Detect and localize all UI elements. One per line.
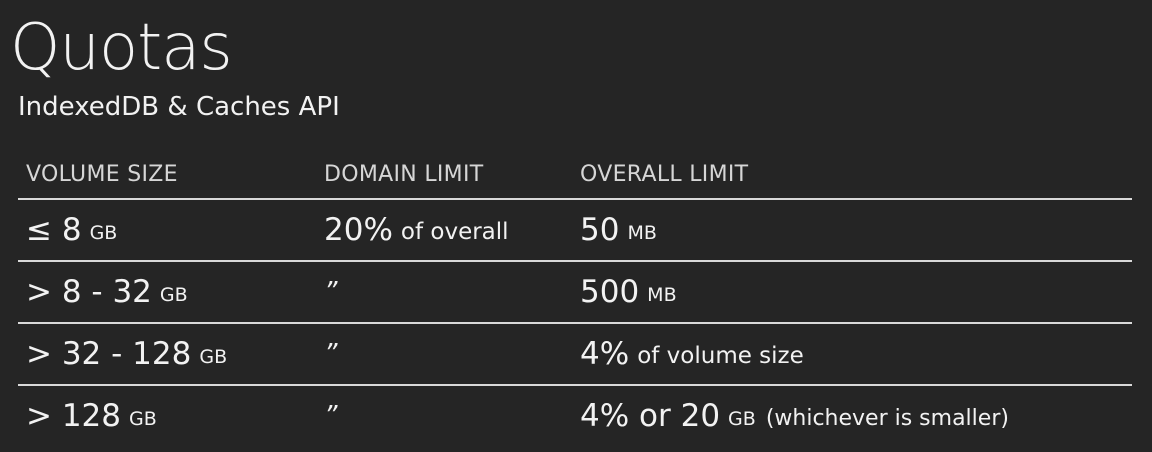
volume-size-cell: ≤ 8 GB (26, 200, 117, 260)
volume-size-cell: > 8 - 32 GB (26, 262, 188, 322)
volume-value: > 8 - 32 (26, 274, 152, 310)
header-overall-limit: OVERALL LIMIT (580, 161, 749, 187)
overall-note: (whichever is smaller) (765, 405, 1009, 431)
overall-value: 50 (580, 212, 620, 248)
overall-value: 500 (580, 274, 640, 310)
header-domain-limit: DOMAIN LIMIT (324, 161, 484, 187)
volume-unit: GB (129, 408, 157, 430)
domain-limit-cell: ” (324, 324, 337, 384)
domain-limit-cell: 20% of overall (324, 200, 509, 260)
domain-value: 20% (324, 212, 393, 248)
quota-table: VOLUME SIZE DOMAIN LIMIT OVERALL LIMIT ≤… (18, 150, 1132, 446)
overall-limit-cell: 4% or 20 GB (whichever is smaller) (580, 386, 1009, 446)
domain-limit-cell: ” (324, 386, 337, 446)
domain-limit-cell: ” (324, 262, 337, 322)
volume-value: ≤ 8 (26, 212, 82, 248)
overall-unit: MB (647, 284, 677, 306)
overall-limit-cell: 500 MB (580, 262, 677, 322)
volume-size-cell: > 128 GB (26, 386, 157, 446)
volume-unit: GB (199, 346, 228, 368)
overall-suffix: of volume size (637, 343, 804, 369)
overall-unit: MB (627, 222, 657, 244)
table-header-row: VOLUME SIZE DOMAIN LIMIT OVERALL LIMIT (18, 150, 1132, 200)
domain-suffix: of overall (400, 219, 509, 245)
page-subtitle: IndexedDB & Caches API (18, 92, 340, 122)
overall-unit: GB (728, 408, 756, 430)
volume-value: > 128 (26, 398, 121, 434)
header-volume-size: VOLUME SIZE (26, 161, 178, 187)
overall-limit-cell: 4% of volume size (580, 324, 804, 384)
table-row: ≤ 8 GB 20% of overall 50 MB (18, 200, 1132, 262)
ditto-mark: ” (324, 339, 338, 369)
volume-unit: GB (159, 284, 188, 306)
table-row: > 8 - 32 GB ” 500 MB (18, 262, 1132, 324)
volume-size-cell: > 32 - 128 GB (26, 324, 227, 384)
volume-unit: GB (89, 222, 118, 244)
volume-value: > 32 - 128 (26, 336, 192, 372)
table-row: > 128 GB ” 4% or 20 GB (whichever is sma… (18, 386, 1132, 446)
table-row: > 32 - 128 GB ” 4% of volume size (18, 324, 1132, 386)
page-title: Quotas (10, 11, 233, 85)
overall-limit-cell: 50 MB (580, 200, 657, 260)
overall-value: 4% (580, 336, 630, 372)
ditto-mark: ” (324, 401, 338, 431)
ditto-mark: ” (324, 277, 338, 307)
overall-value: 4% or 20 (580, 398, 721, 434)
